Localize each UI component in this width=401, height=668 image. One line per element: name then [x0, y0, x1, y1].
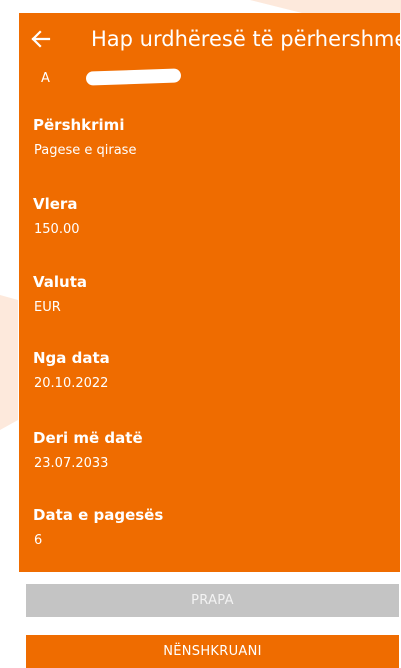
sign-button[interactable]: NËNSHKRUANI	[26, 635, 399, 668]
field-amount: Vlera 150.00	[33, 194, 80, 239]
arrow-left-icon[interactable]	[29, 28, 51, 50]
field-label: Deri më datë	[33, 429, 143, 447]
field-currency: Valuta EUR	[33, 272, 87, 317]
field-payment-day: Data e pagesës 6	[33, 505, 163, 550]
field-end-date: Deri më datë 23.07.2033	[33, 428, 143, 473]
field-label: Data e pagesës	[33, 506, 164, 524]
field-value: Pagese e qirase	[34, 143, 137, 158]
field-value: 20.10.2022	[34, 376, 109, 391]
app-header: Hap urdhëresë të përhershme	[19, 13, 401, 66]
field-label: Nga data	[33, 349, 110, 367]
field-value: EUR	[34, 300, 61, 315]
field-label: Valuta	[33, 273, 88, 291]
account-text: A	[41, 71, 50, 86]
redaction-mark	[85, 68, 182, 86]
field-value: 150.00	[34, 222, 80, 237]
field-value: 23.07.2033	[34, 456, 109, 471]
field-value: 6	[34, 533, 43, 548]
order-details-panel: A Përshkrimi Pagese e qirase Vlera 150.0…	[19, 66, 400, 572]
page-title: Hap urdhëresë të përhershme	[91, 27, 401, 51]
field-label: Vlera	[33, 195, 78, 213]
field-description: Përshkrimi Pagese e qirase	[33, 115, 136, 160]
field-start-date: Nga data 20.10.2022	[33, 348, 110, 393]
account-row: A	[41, 68, 182, 89]
back-button[interactable]: PRAPA	[26, 584, 399, 617]
field-label: Përshkrimi	[33, 116, 125, 134]
